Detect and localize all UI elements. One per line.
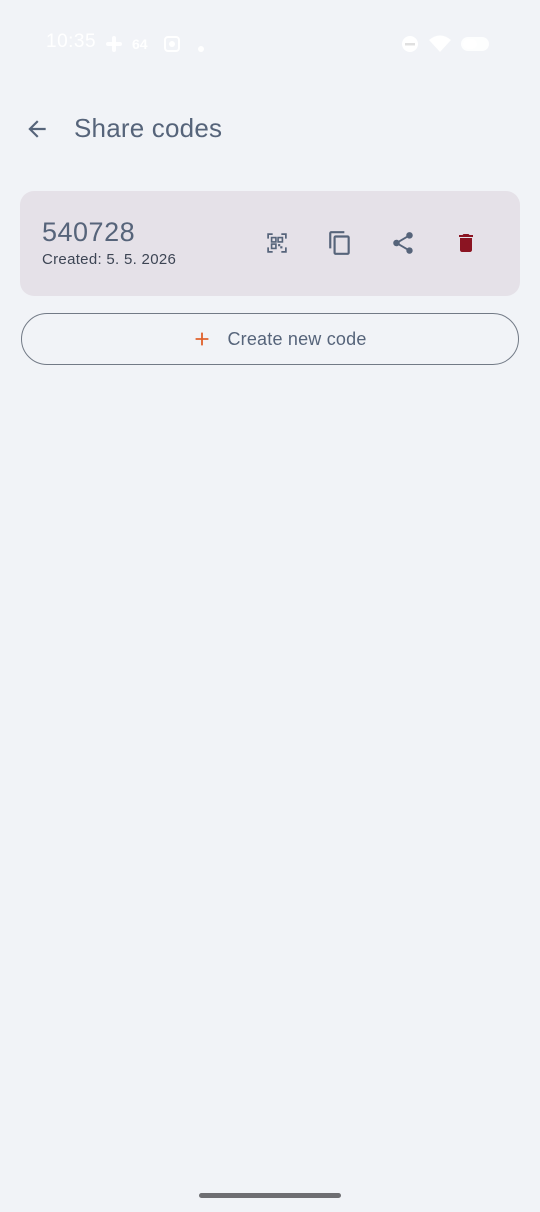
status-time: 10:35 <box>46 31 97 52</box>
signal-icon: 64 <box>132 36 148 52</box>
qr-code-icon <box>267 233 287 253</box>
share-icon <box>393 232 413 254</box>
page-title: Share codes <box>74 113 223 143</box>
create-new-code-button[interactable]: Create new code <box>21 313 519 365</box>
delete-code-button[interactable] <box>452 229 480 257</box>
share-code-value: 540728 <box>42 217 136 247</box>
app-bar: Share codes <box>0 100 540 158</box>
share-code-created-date: Created: 5. 5. 2026 <box>42 251 177 268</box>
copy-icon <box>329 231 350 255</box>
plus-icon <box>196 332 209 346</box>
arrow-left-icon <box>28 120 46 138</box>
back-button[interactable] <box>20 112 54 146</box>
copy-code-button[interactable] <box>326 229 354 257</box>
share-code-card: 540728 Created: 5. 5. 2026 <box>20 191 520 296</box>
slack-icon <box>104 34 124 59</box>
gesture-nav-handle[interactable] <box>199 1193 341 1198</box>
dot-icon <box>197 40 205 58</box>
screen-record-icon <box>162 34 182 59</box>
dnd-icon <box>400 34 420 59</box>
show-qr-button[interactable] <box>263 229 291 257</box>
wifi-icon <box>428 34 452 59</box>
share-code-button[interactable] <box>389 229 417 257</box>
create-new-code-label: Create new code <box>227 328 367 349</box>
delete-icon <box>459 234 473 252</box>
battery-icon <box>460 34 492 59</box>
status-bar: 10:35 64 <box>0 0 540 88</box>
